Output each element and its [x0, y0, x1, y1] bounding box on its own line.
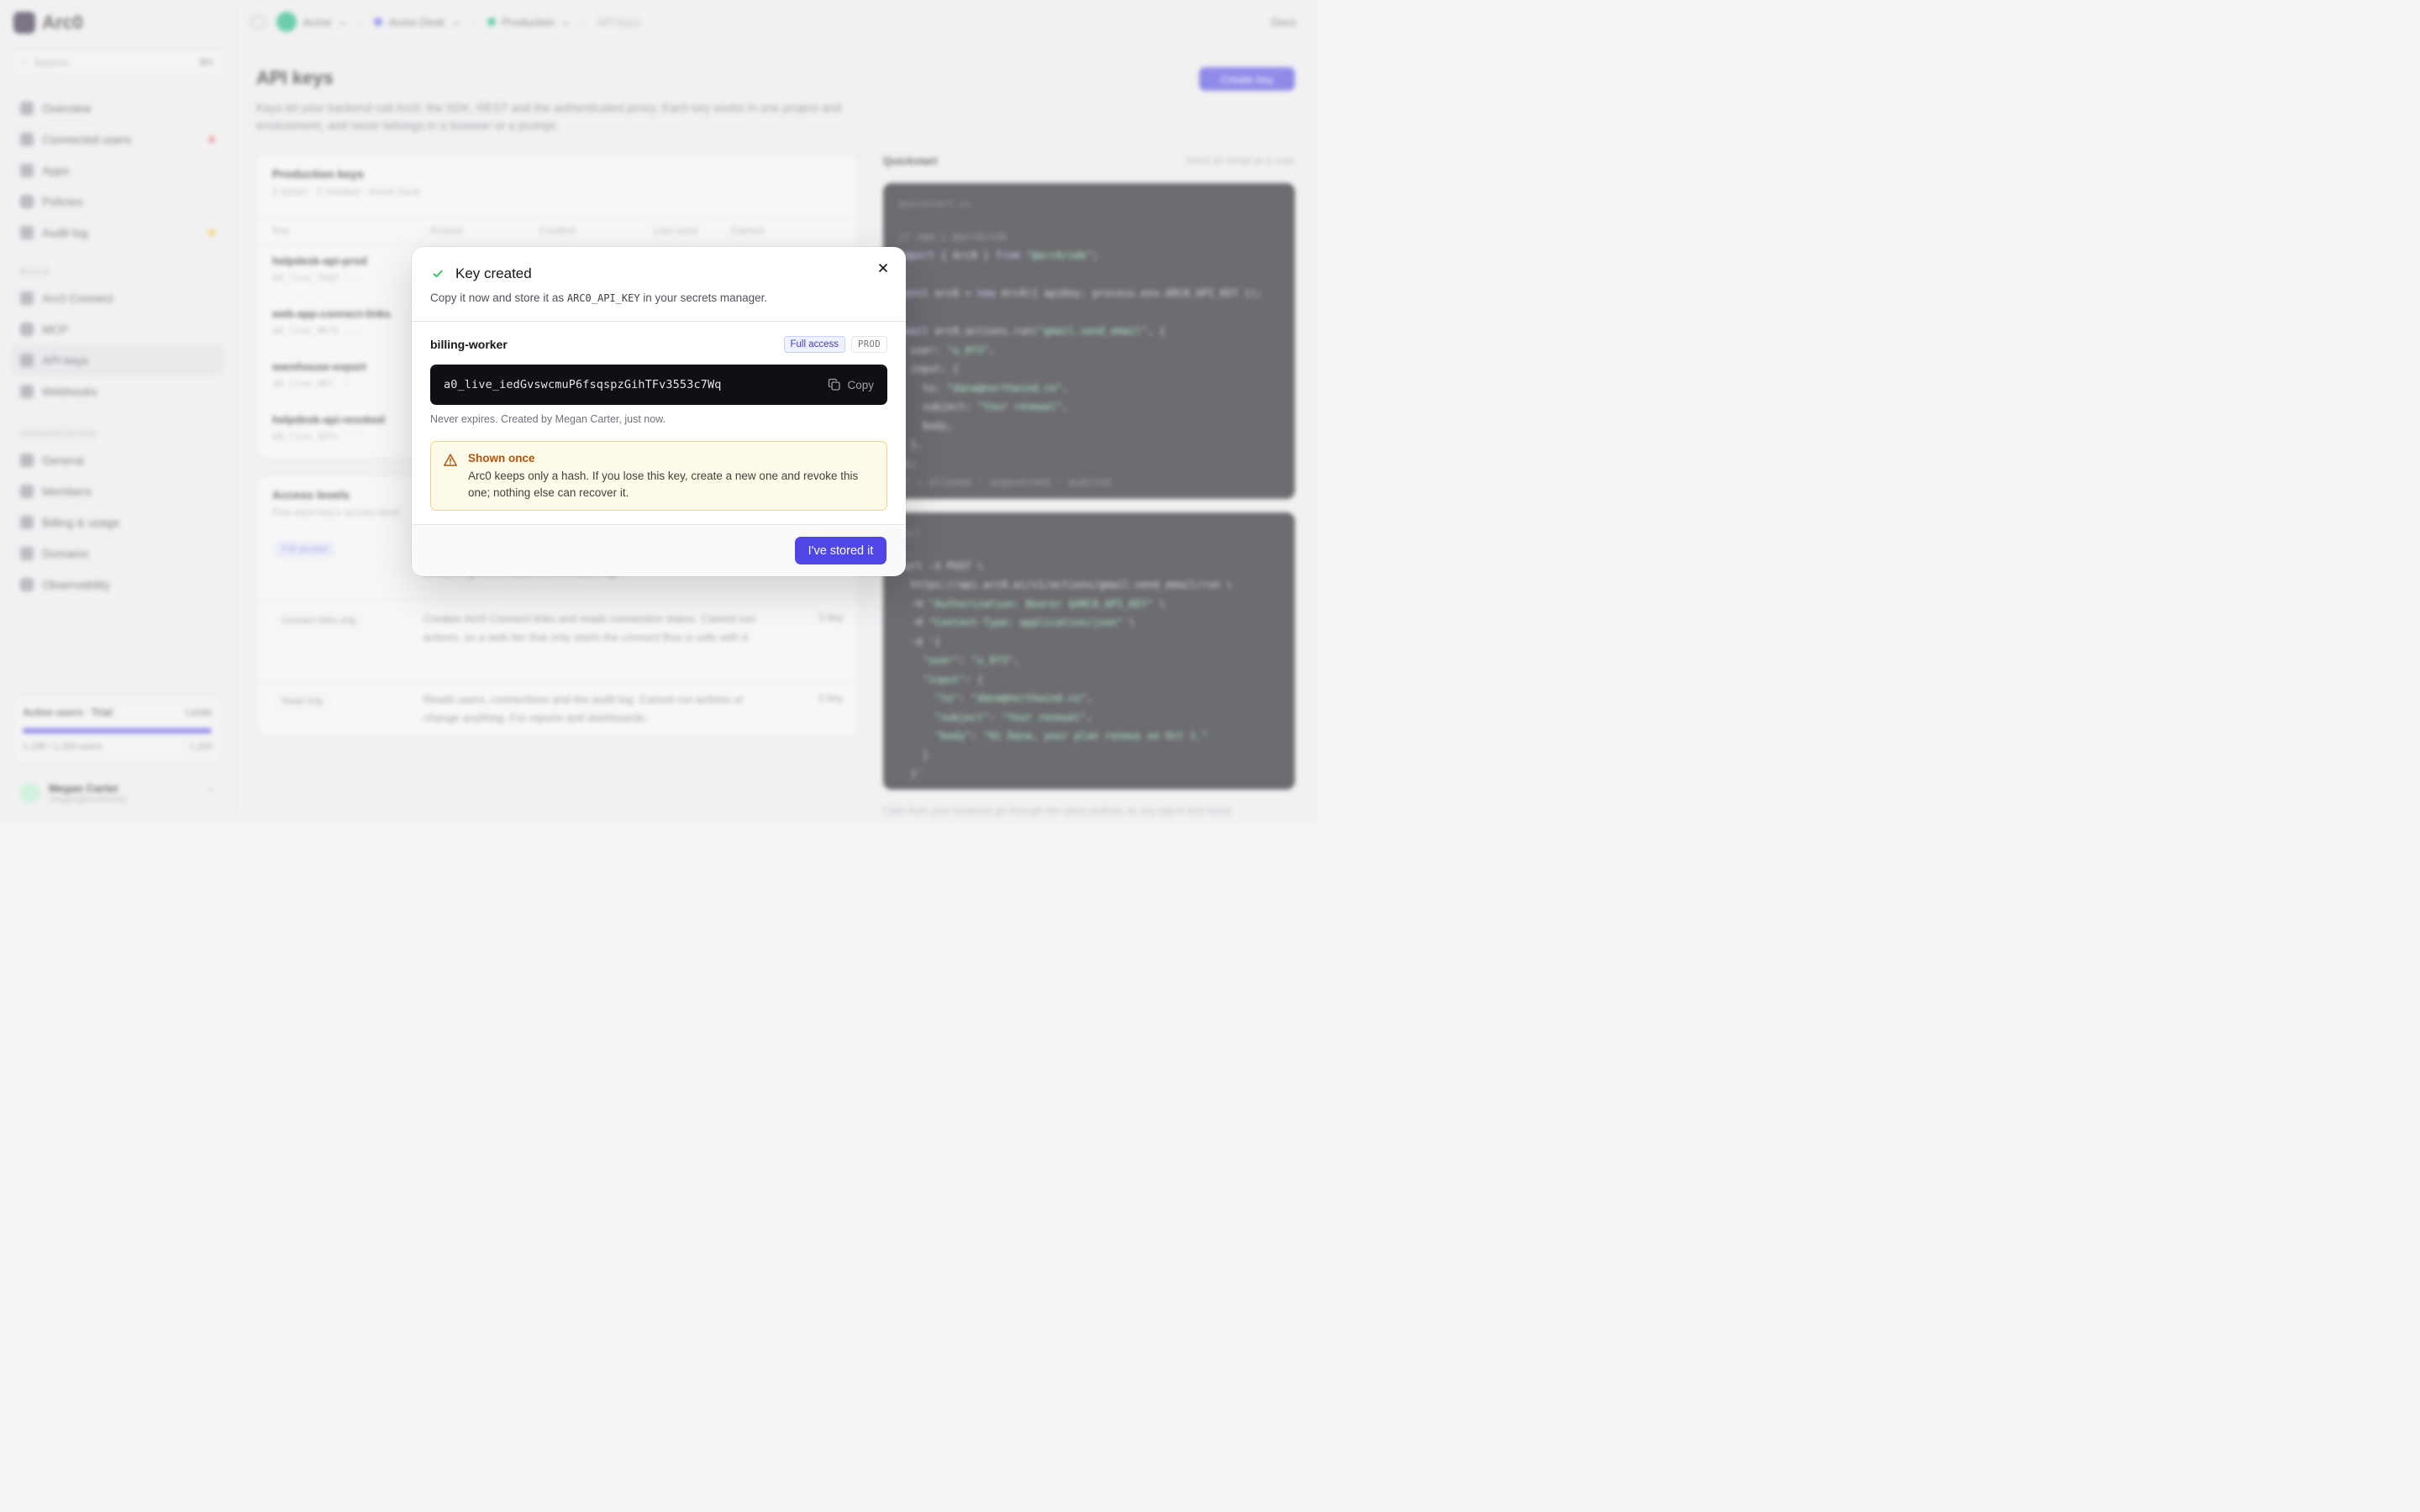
close-icon: [879, 264, 887, 272]
warning-title: Shown once: [468, 452, 535, 465]
confirm-stored-button[interactable]: I've stored it: [795, 537, 886, 564]
copy-label: Copy: [847, 378, 874, 391]
dialog-body: billing-worker Full access PROD a0_live_…: [412, 322, 906, 524]
api-key-field[interactable]: a0_live_iedGvswcmuP6fsqspzGihTFv3553c7Wq…: [430, 365, 887, 405]
copy-button[interactable]: Copy: [828, 378, 874, 391]
close-button[interactable]: [874, 259, 892, 277]
key-created-dialog: Key created Copy it now and store it as …: [412, 247, 906, 576]
access-badge: Full access: [783, 336, 846, 353]
warning-callout: Shown once Arc0 keeps only a hash. If yo…: [430, 441, 887, 511]
api-key-value[interactable]: a0_live_iedGvswcmuP6fsqspzGihTFv3553c7Wq: [444, 378, 722, 391]
warning-icon: [443, 453, 458, 468]
dialog-header: Key created Copy it now and store it as …: [412, 247, 906, 322]
key-name: billing-worker: [430, 338, 508, 351]
dialog-footer: I've stored it: [412, 524, 906, 576]
dialog-subtitle: Copy it now and store it as ARC0_API_KEY…: [430, 291, 768, 304]
env-var-name: ARC0_API_KEY: [566, 292, 640, 304]
environment-badge: PROD: [851, 336, 887, 353]
check-icon: [430, 266, 445, 281]
key-meta: Never expires. Created by Megan Carter, …: [430, 413, 666, 425]
copy-icon: [829, 378, 841, 391]
warning-text: Arc0 keeps only a hash. If you lose this…: [468, 470, 859, 499]
dialog-title: Key created: [455, 265, 532, 281]
